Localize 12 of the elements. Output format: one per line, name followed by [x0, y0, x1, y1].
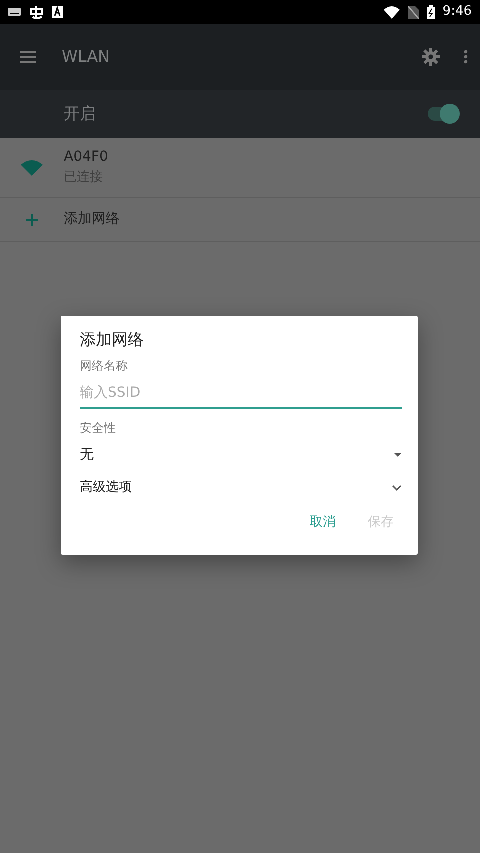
network-name: A04F0	[64, 148, 108, 168]
dialog-title: 添加网络	[80, 330, 145, 350]
field-label: 安全性	[80, 420, 117, 438]
network-name: 添加网络	[64, 210, 120, 229]
advanced-options-toggle[interactable]: 高级选项	[80, 473, 402, 504]
field-label: 网络名称	[80, 358, 129, 376]
page-title: WLAN	[62, 46, 110, 68]
wlan-switch-label: 开启	[64, 103, 97, 125]
security-dropdown[interactable]: 无	[80, 441, 402, 470]
network-list-item[interactable]: 添加网络	[0, 198, 480, 242]
dialog-button[interactable]: 取消	[302, 507, 344, 539]
clock-time: 9:46	[442, 3, 472, 22]
